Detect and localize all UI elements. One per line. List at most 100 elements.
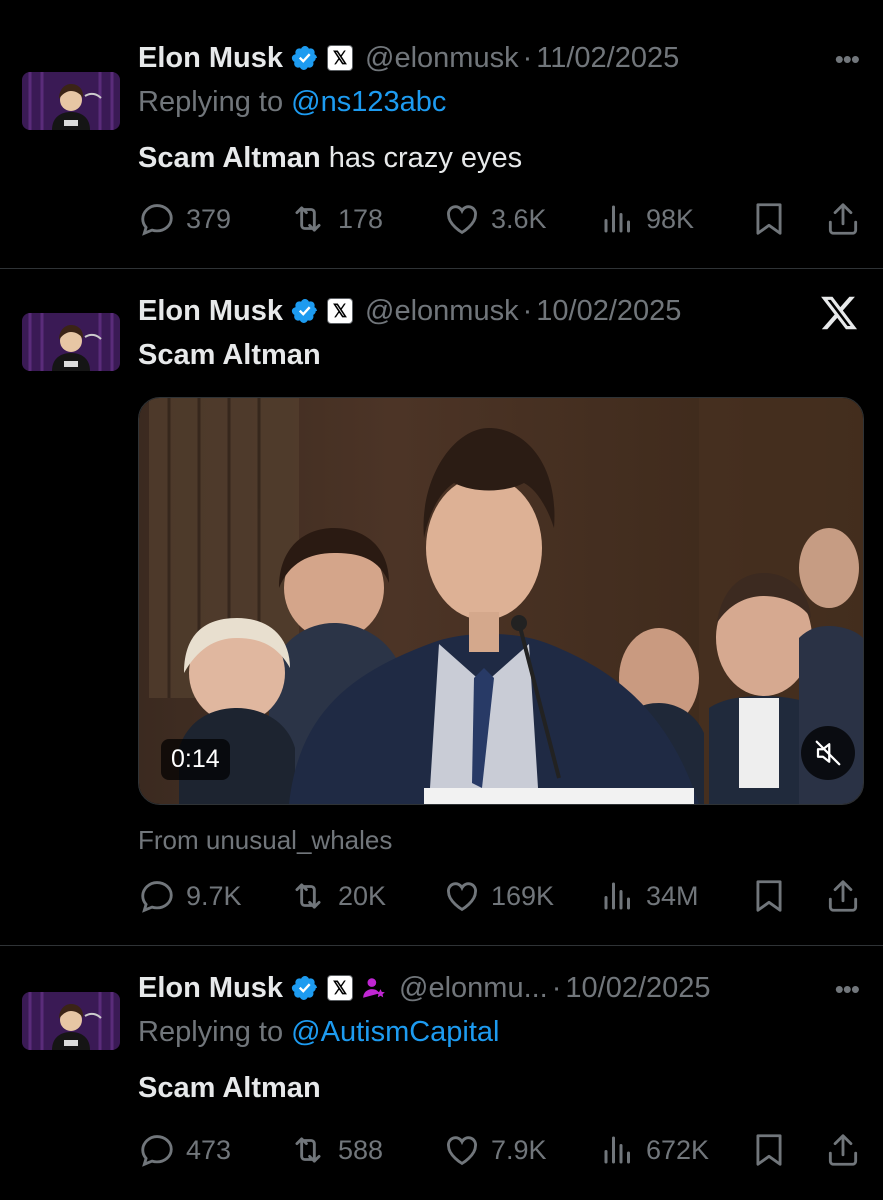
like-count: 169K — [491, 880, 555, 911]
author-handle[interactable]: @elonmu... — [399, 972, 548, 1005]
views-button[interactable]: 672K — [600, 1130, 709, 1170]
views-button[interactable]: 98K — [600, 199, 694, 239]
more-options-icon[interactable]: ••• — [835, 974, 860, 1005]
like-button[interactable]: 169K — [443, 876, 554, 916]
share-button[interactable] — [824, 876, 872, 916]
video-timestamp: 0:14 — [161, 739, 230, 780]
heart-icon — [443, 1131, 481, 1169]
verified-badge-icon — [291, 297, 319, 325]
heart-icon — [443, 200, 481, 238]
author-handle[interactable]: @elonmusk — [365, 295, 519, 328]
bookmark-icon — [750, 1131, 788, 1169]
avatar[interactable] — [22, 313, 120, 371]
action-bar: 379 178 3.6K 98K — [138, 199, 863, 239]
verified-badge-icon — [291, 974, 319, 1002]
tweet-text-bold: Scam Altman — [138, 142, 321, 174]
reply-icon — [138, 200, 176, 238]
separator-dot: · — [551, 971, 562, 1004]
author-name[interactable]: Elon Musk — [138, 295, 283, 328]
like-count: 7.9K — [491, 1134, 547, 1165]
reply-count: 9.7K — [186, 880, 242, 911]
repost-count: 588 — [338, 1134, 384, 1165]
tweet-3[interactable]: Elon Musk 𝕏 @elonmu... · 10/02/2025 ••• … — [0, 946, 883, 1200]
separator-dot: · — [522, 294, 533, 327]
replying-to: Replying to @AutismCapital — [138, 1016, 500, 1049]
repost-icon — [288, 200, 328, 238]
repost-count: 178 — [338, 203, 384, 234]
avatar[interactable] — [22, 72, 120, 130]
more-options-icon[interactable]: ••• — [835, 44, 860, 75]
repost-icon — [288, 1131, 328, 1169]
tweet-2[interactable]: Elon Musk 𝕏 @elonmusk · 10/02/2025 Scam … — [0, 269, 883, 945]
tweet-text: Scam Altman — [138, 339, 321, 372]
tweet-date[interactable]: 11/02/2025 — [536, 42, 679, 75]
repost-button[interactable]: 20K — [288, 876, 386, 916]
repost-icon — [288, 877, 328, 915]
tweet-date[interactable]: 10/02/2025 — [565, 972, 710, 1005]
view-count: 672K — [646, 1134, 710, 1165]
reply-icon — [138, 1131, 176, 1169]
reply-button[interactable]: 379 — [138, 199, 231, 239]
verified-badge-icon — [291, 44, 319, 72]
mute-icon — [815, 740, 841, 766]
heart-icon — [443, 877, 481, 915]
tweet-header: Elon Musk 𝕏 @elonmusk · 11/02/2025 — [138, 40, 679, 76]
bookmark-icon — [750, 877, 788, 915]
video-player[interactable]: 0:14 — [138, 397, 864, 805]
x-affiliate-badge-icon: 𝕏 — [327, 45, 354, 71]
share-icon — [824, 1131, 862, 1169]
reply-button[interactable]: 473 — [138, 1130, 231, 1170]
reply-target-link[interactable]: @AutismCapital — [291, 1016, 499, 1048]
share-icon — [824, 877, 862, 915]
view-count: 34M — [646, 880, 699, 911]
tweet-header: Elon Musk 𝕏 @elonmu... · 10/02/2025 — [138, 970, 711, 1006]
bookmark-icon — [750, 200, 788, 238]
action-bar: 473 588 7.9K 672K — [138, 1130, 863, 1170]
view-count: 98K — [646, 203, 695, 234]
tweet-text: Scam Altman — [138, 1072, 321, 1105]
author-handle[interactable]: @elonmusk — [365, 42, 519, 75]
reply-icon — [138, 877, 176, 915]
action-bar: 9.7K 20K 169K 34M — [138, 876, 863, 916]
like-button[interactable]: 3.6K — [443, 199, 547, 239]
bookmark-button[interactable] — [750, 199, 798, 239]
reply-count: 379 — [186, 203, 232, 234]
repost-count: 20K — [338, 880, 387, 911]
reply-target-link[interactable]: @ns123abc — [291, 86, 446, 118]
tweet-text: Scam Altman has crazy eyes — [138, 142, 522, 175]
tweet-text-bold: Scam Altman — [138, 339, 321, 371]
share-button[interactable] — [824, 199, 872, 239]
share-icon — [824, 200, 862, 238]
author-name[interactable]: Elon Musk — [138, 972, 283, 1005]
x-logo-icon[interactable] — [819, 293, 859, 338]
tweet-text-bold: Scam Altman — [138, 1072, 321, 1104]
repost-button[interactable]: 588 — [288, 1130, 383, 1170]
video-thumbnail — [139, 398, 863, 804]
repost-button[interactable]: 178 — [288, 199, 383, 239]
video-source[interactable]: From unusual_whales — [138, 825, 392, 856]
tweet-text-rest: has crazy eyes — [320, 142, 523, 174]
views-icon — [600, 1132, 636, 1168]
bookmark-button[interactable] — [750, 876, 798, 916]
x-affiliate-badge-icon: 𝕏 — [327, 298, 354, 324]
avatar[interactable] — [22, 992, 120, 1050]
mute-button[interactable] — [801, 726, 855, 780]
tweet-date[interactable]: 10/02/2025 — [536, 295, 681, 328]
x-affiliate-badge-icon: 𝕏 — [327, 975, 354, 1001]
views-icon — [600, 201, 636, 237]
avatar-image — [22, 72, 120, 130]
replying-to: Replying to @ns123abc — [138, 86, 446, 119]
share-button[interactable] — [824, 1130, 872, 1170]
bookmark-button[interactable] — [750, 1130, 798, 1170]
replying-prefix: Replying to — [138, 1016, 292, 1048]
author-name[interactable]: Elon Musk — [138, 42, 283, 75]
separator-dot: · — [522, 41, 533, 74]
views-icon — [600, 878, 636, 914]
replying-prefix: Replying to — [138, 86, 292, 118]
reply-button[interactable]: 9.7K — [138, 876, 242, 916]
views-button[interactable]: 34M — [600, 876, 699, 916]
like-button[interactable]: 7.9K — [443, 1130, 547, 1170]
avatar-image — [22, 313, 120, 371]
avatar-image — [22, 992, 120, 1050]
tweet-1[interactable]: Elon Musk 𝕏 @elonmusk · 11/02/2025 ••• R… — [0, 0, 883, 268]
